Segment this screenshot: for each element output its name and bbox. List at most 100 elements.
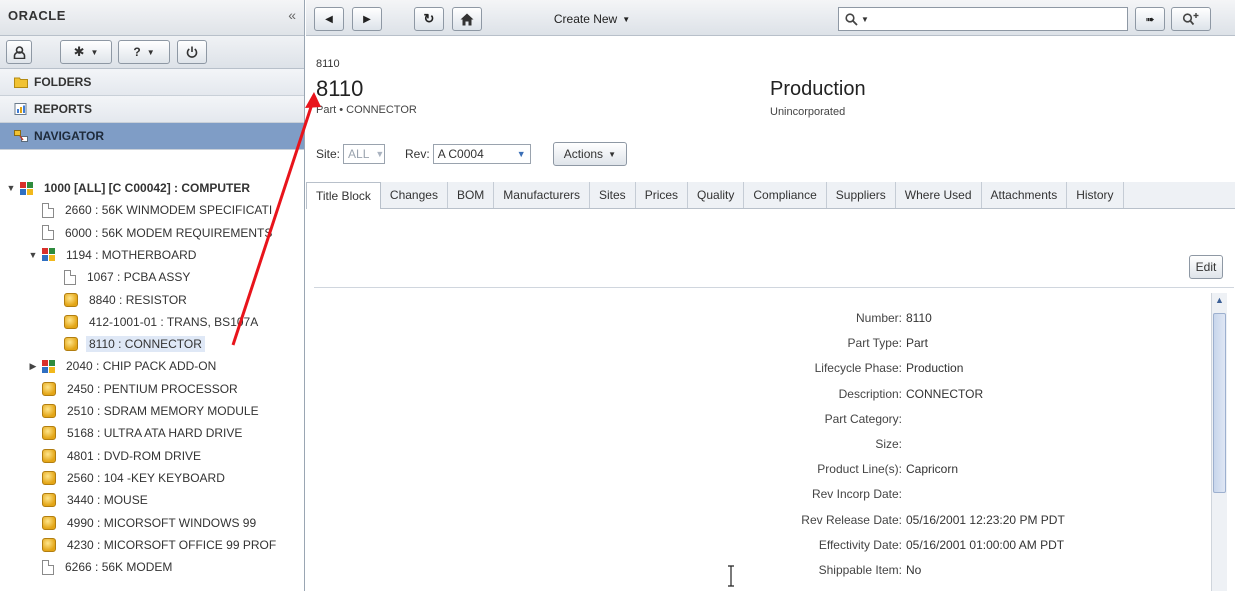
tree-node[interactable]: 3440 : MOUSE — [28, 490, 151, 510]
power-icon — [186, 46, 198, 58]
tree-node[interactable]: 4990 : MICORSOFT WINDOWS 99 — [28, 513, 259, 533]
field-label: Part Type: — [847, 336, 902, 351]
left-toolbar: ✱ ▼ ? ▼ — [0, 36, 304, 69]
tab-prices[interactable]: Prices — [636, 182, 689, 208]
tab-bom[interactable]: BOM — [448, 182, 495, 208]
tree-node[interactable]: 2450 : PENTIUM PROCESSOR — [28, 379, 241, 399]
collapse-node-icon[interactable]: ▼ — [28, 250, 38, 260]
part-icon — [64, 292, 78, 307]
tab-sites[interactable]: Sites — [590, 182, 636, 208]
document-icon — [42, 225, 54, 241]
tree-node-label: 2510 : SDRAM MEMORY MODULE — [67, 404, 259, 418]
rev-select[interactable]: A C0004 ▼ — [432, 144, 531, 164]
rev-label: Rev: — [405, 147, 430, 161]
navigation-panel: ORACLE « ✱ ▼ ? ▼ FOLDERS REPORTS NAVIGAT… — [0, 0, 305, 591]
tree-node[interactable]: 2560 : 104 -KEY KEYBOARD — [28, 468, 228, 488]
part-icon — [42, 426, 56, 441]
scroll-thumb[interactable] — [1213, 313, 1226, 493]
part-icon — [42, 404, 56, 418]
folders-label: FOLDERS — [34, 75, 92, 89]
part-icon — [42, 470, 56, 485]
logout-button[interactable] — [177, 40, 207, 64]
divider — [314, 287, 1234, 288]
field-label: Description: — [838, 386, 902, 401]
tree-node[interactable]: 8840 : RESISTOR — [50, 290, 190, 310]
navigator-section[interactable]: NAVIGATOR — [0, 123, 304, 150]
field-row: Size: — [306, 437, 906, 455]
field-value: CONNECTOR — [906, 386, 984, 401]
tree-node[interactable]: 4801 : DVD-ROM DRIVE — [28, 446, 204, 466]
forward-button[interactable]: ▶ — [352, 7, 382, 31]
tree-node-label: 2040 : CHIP PACK ADD-ON — [66, 359, 217, 374]
document-icon — [64, 269, 76, 285]
tree-node[interactable]: 2510 : SDRAM MEMORY MODULE — [28, 401, 262, 421]
chevron-down-icon: ▼ — [90, 47, 99, 57]
report-icon — [14, 103, 27, 115]
actions-button[interactable]: Actions ▼ — [552, 142, 627, 166]
navigator-label: NAVIGATOR — [34, 129, 105, 143]
chevron-down-icon: ▼ — [375, 149, 385, 159]
tab-manufacturers[interactable]: Manufacturers — [494, 182, 590, 208]
site-select[interactable]: ALL ▼ — [343, 144, 386, 164]
refresh-button[interactable]: ↻ — [414, 7, 444, 31]
tree-node[interactable]: 4230 : MICORSOFT OFFICE 99 PROF — [28, 535, 279, 555]
field-row: Shippable Item: No — [306, 563, 922, 581]
actions-label: Actions — [563, 147, 604, 161]
tree-node[interactable]: ▶ 2040 : CHIP PACK ADD-ON — [28, 356, 219, 376]
user-icon — [13, 45, 25, 59]
tab-title-block[interactable]: Title Block — [306, 182, 381, 209]
part-icon — [42, 515, 56, 530]
back-button[interactable]: ◀ — [314, 7, 344, 31]
create-new-label: Create New — [553, 12, 618, 26]
collapse-node-icon[interactable]: ▼ — [6, 183, 16, 193]
reports-section[interactable]: REPORTS — [0, 96, 304, 123]
tab-quality[interactable]: Quality — [688, 182, 745, 208]
tab-suppliers[interactable]: Suppliers — [827, 182, 896, 208]
chevron-down-icon: ▼ — [146, 47, 155, 57]
navigator-icon — [14, 130, 28, 142]
part-icon — [64, 337, 78, 352]
content-panel: ◀ ▶ ↻ Create New ▼ ▼ ➠ 8110 8110 Part • … — [306, 0, 1235, 591]
tree-node[interactable]: ▼ 1194 : MOTHERBOARD — [28, 245, 199, 265]
advanced-search-icon — [1182, 13, 1199, 26]
document-icon — [42, 202, 54, 218]
help-button[interactable]: ? ▼ — [118, 40, 170, 64]
tree-node-label: 6000 : 56K MODEM REQUIREMENTS — [65, 225, 273, 240]
tree-node[interactable]: 412-1001-01 : TRANS, BS107A — [50, 312, 261, 332]
tab-history[interactable]: History — [1067, 182, 1124, 208]
search-input[interactable]: ▼ — [838, 7, 1128, 31]
home-button[interactable] — [452, 7, 482, 31]
vertical-scrollbar[interactable]: ▲ — [1211, 293, 1227, 591]
tree-node[interactable]: 2660 : 56K WINMODEM SPECIFICATI — [28, 200, 275, 220]
edit-button[interactable]: Edit — [1189, 255, 1223, 279]
field-row: Number: 8110 — [306, 311, 932, 329]
field-value: 05/16/2001 12:23:20 PM PDT — [906, 512, 1065, 527]
tab-attachments[interactable]: Attachments — [982, 182, 1068, 208]
object-subtitle: Part • CONNECTOR — [316, 104, 417, 116]
tree-node[interactable]: 5168 : ULTRA ATA HARD DRIVE — [28, 423, 245, 443]
tab-bar: Title Block Changes BOM Manufacturers Sites P… — [306, 182, 1235, 209]
tree-node[interactable]: 6266 : 56K MODEM — [28, 557, 175, 577]
field-label: Rev Incorp Date: — [811, 487, 902, 502]
create-new-menu[interactable]: Create New ▼ — [538, 7, 646, 31]
scroll-up-icon[interactable]: ▲ — [1213, 295, 1226, 309]
advanced-search-button[interactable] — [1171, 7, 1211, 31]
object-number-small: 8110 — [316, 58, 340, 70]
tab-compliance[interactable]: Compliance — [744, 182, 827, 208]
tab-changes[interactable]: Changes — [381, 182, 448, 208]
tree-node[interactable]: ▼ 1000 [ALL] [C C00042] : COMPUTER — [6, 178, 253, 198]
collapse-panel-icon[interactable]: « — [288, 7, 296, 23]
field-value — [902, 437, 906, 455]
folders-section[interactable]: FOLDERS — [0, 69, 304, 96]
tree-node-selected[interactable]: 8110 : CONNECTOR — [50, 334, 205, 354]
user-button[interactable] — [6, 40, 32, 64]
settings-button[interactable]: ✱ ▼ — [60, 40, 112, 64]
site-rev-row: Site: ALL ▼ Rev: A C0004 ▼ Actions ▼ — [316, 142, 627, 166]
incorporation-status: Unincorporated — [770, 106, 846, 118]
tree-node[interactable]: 6000 : 56K MODEM REQUIREMENTS — [28, 223, 275, 243]
quick-access-button[interactable]: ➠ — [1135, 7, 1165, 31]
tab-where-used[interactable]: Where Used — [896, 182, 982, 208]
field-label: Size: — [875, 437, 902, 451]
expand-node-icon[interactable]: ▶ — [28, 361, 38, 372]
tree-node[interactable]: 1067 : PCBA ASSY — [50, 267, 193, 287]
